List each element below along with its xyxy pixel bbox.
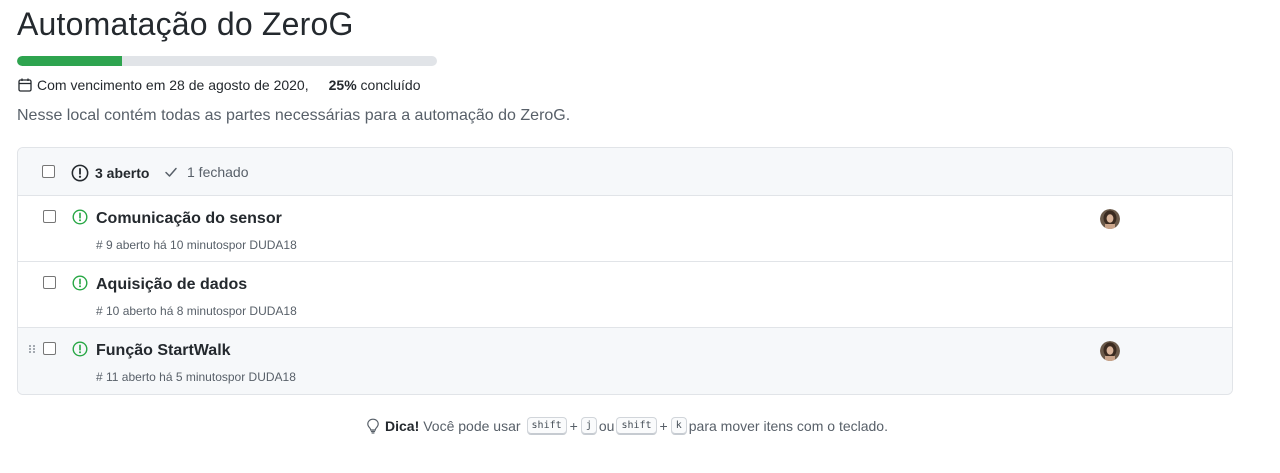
issues-list: 3 aberto 1 fechado Comunicação do sensor… bbox=[17, 147, 1233, 395]
issue-opened-icon bbox=[72, 341, 88, 357]
open-issues-filter[interactable]: 3 aberto bbox=[71, 164, 149, 182]
issue-title-link[interactable]: Comunicação do sensor bbox=[96, 210, 282, 228]
due-date-text: Com vencimento em 28 de agosto de 2020, bbox=[37, 77, 309, 93]
calendar-icon bbox=[18, 78, 32, 92]
closed-issues-filter[interactable]: 1 fechado bbox=[163, 164, 249, 180]
check-icon bbox=[165, 167, 177, 177]
issue-checkbox[interactable] bbox=[43, 210, 56, 223]
assignee-avatar[interactable] bbox=[1100, 341, 1120, 361]
milestone-progress-fill bbox=[17, 56, 122, 66]
issue-title-link[interactable]: Função StartWalk bbox=[96, 342, 231, 360]
tip-text: Você pode usar bbox=[423, 418, 521, 434]
completion-percent: 25% concluído bbox=[329, 77, 421, 93]
issue-meta: # 10 aberto há 8 minutospor DUDA18 bbox=[96, 304, 297, 318]
issue-opened-icon bbox=[72, 209, 88, 225]
issue-meta: # 11 aberto há 5 minutospor DUDA18 bbox=[96, 370, 296, 384]
kbd-shift: shift bbox=[526, 417, 567, 435]
issue-row[interactable]: Aquisição de dados # 10 aberto há 8 minu… bbox=[18, 262, 1232, 328]
light-bulb-icon bbox=[367, 418, 379, 434]
kbd-j: j bbox=[580, 417, 597, 435]
kbd-shift: shift bbox=[616, 417, 657, 435]
issue-opened-icon bbox=[72, 275, 88, 291]
issue-checkbox[interactable] bbox=[43, 342, 56, 355]
issue-checkbox[interactable] bbox=[43, 276, 56, 289]
tip-text-end: para mover itens com o teclado. bbox=[688, 418, 888, 434]
kbd-plus: + bbox=[659, 418, 668, 434]
issue-row[interactable]: Função StartWalk # 11 aberto há 5 minuto… bbox=[18, 328, 1232, 394]
issue-title-link[interactable]: Aquisição de dados bbox=[96, 276, 247, 294]
milestone-title: Automatação do ZeroG bbox=[17, 6, 354, 42]
open-issues-label: 3 aberto bbox=[95, 165, 150, 181]
completion-percent-label: concluído bbox=[360, 77, 421, 93]
milestone-progress-bar bbox=[17, 56, 437, 66]
kbd-k: k bbox=[670, 417, 687, 435]
completion-percent-value: 25% bbox=[328, 77, 357, 93]
issue-meta: # 9 aberto há 10 minutospor DUDA18 bbox=[96, 238, 297, 252]
kbd-plus: + bbox=[569, 418, 578, 434]
drag-handle-icon[interactable] bbox=[28, 344, 36, 354]
issue-opened-icon bbox=[71, 164, 89, 182]
issues-list-header: 3 aberto 1 fechado bbox=[18, 148, 1232, 196]
issue-row[interactable]: Comunicação do sensor # 9 aberto há 10 m… bbox=[18, 196, 1232, 262]
assignee-avatar[interactable] bbox=[1100, 209, 1120, 229]
keyboard-tip: Dica! Você pode usar shift + j ou shift + k pa… bbox=[366, 417, 888, 435]
tip-or: ou bbox=[598, 418, 615, 434]
milestone-description: Nesse local contém todas as partes neces… bbox=[17, 107, 571, 124]
tip-label: Dica! bbox=[385, 418, 420, 434]
closed-issues-label: 1 fechado bbox=[187, 164, 249, 180]
select-all-checkbox[interactable] bbox=[42, 165, 55, 178]
milestone-meta: Com vencimento em 28 de agosto de 2020, … bbox=[17, 77, 420, 93]
